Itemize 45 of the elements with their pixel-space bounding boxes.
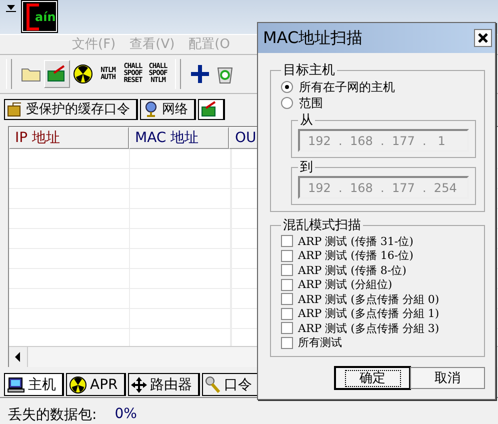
move-arrows-icon [130,376,147,393]
group-title: 目标主机 [282,62,336,79]
tab[interactable]: APR [66,373,126,396]
tab[interactable]: 口令 [202,373,260,396]
folder-icon [21,66,41,82]
close-icon [478,33,488,43]
computer-icon [7,376,25,393]
checkbox-option[interactable]: ARP 测试 (传播 31-位) [281,234,476,248]
column-header[interactable]: MAC 地址 [129,127,229,150]
radio-option[interactable]: 范围 [281,95,476,111]
tab[interactable]: 路由器 [128,373,200,396]
scroll-left-button[interactable] [9,347,28,368]
checkbox-option[interactable]: ARP 测试 (多点传播 分組 1) [281,306,476,321]
dialog-button[interactable]: 确定 [335,367,410,389]
dialog-title: MAC地址扫描 [263,28,363,48]
checkbox-option[interactable]: ARP 测试 (多点传播 分組 3) [281,321,476,336]
status-label: 丢失的数据包: [8,406,97,424]
app-logo: aín [22,1,57,32]
group-title: 混乱模式扫描 [282,217,362,234]
plus-icon [190,64,210,84]
radiation-icon [69,376,87,394]
group-title: 到 [299,159,314,176]
dialog-button[interactable]: 取消 [410,367,485,389]
checkbox-option[interactable]: ARP 测试 (传播 8-位) [281,263,476,278]
box-icon [7,101,23,118]
radio-option[interactable]: 所有在子网的主机 [281,79,476,95]
tab[interactable]: 主机 [4,373,64,396]
radiation-icon [73,64,93,84]
card-button[interactable] [44,60,70,88]
tab[interactable]: 受保护的缓存口令 [4,98,138,120]
close-button[interactable] [474,29,492,47]
key-icon [204,376,221,394]
tab[interactable]: 网络 [140,98,196,120]
left-arrow-icon [15,352,21,362]
network-card-icon [201,101,217,118]
checkbox-option[interactable]: ARP 测试 (多点传播 分組 0) [281,292,476,306]
status-value: 0% [114,406,137,424]
column-header[interactable]: IP 地址 [9,127,129,150]
globe-icon [143,101,159,118]
tab[interactable] [198,98,225,120]
menu-arrow-icon[interactable] [5,3,17,13]
checkbox-option[interactable]: 所有测试 [281,336,476,350]
checkbox-option[interactable]: ARP 测试 (传播 16-位) [281,248,476,263]
checkbox-option[interactable]: ARP 测试 (分組位) [281,278,476,292]
group-title: 从 [299,112,314,129]
